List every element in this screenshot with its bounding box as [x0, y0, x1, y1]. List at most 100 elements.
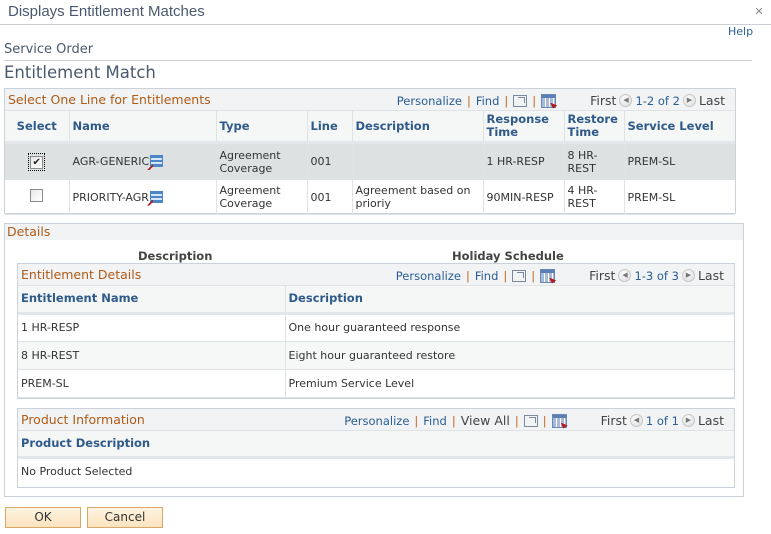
- select-cell: [5, 179, 70, 215]
- row-range: 1 of 1: [645, 413, 679, 428]
- name-value: PRIORITY-AGR: [72, 190, 149, 204]
- table-row: 8 HR-REST Eight hour guaranteed restore: [18, 341, 734, 370]
- column-header-line: Line: [307, 111, 353, 144]
- details-header: Details: [5, 224, 743, 240]
- download-to-spreadsheet-icon[interactable]: [551, 413, 567, 428]
- personalize-link[interactable]: Personalize: [397, 94, 462, 108]
- details-section: Details Description Holiday Schedule Ent…: [4, 223, 744, 497]
- grid-navigation: Personalize | Find | View All | | First …: [344, 413, 724, 428]
- grid-header: Entitlement Details Personalize | Find |…: [18, 264, 734, 286]
- first-link[interactable]: First: [601, 413, 627, 428]
- checkbox-focus: ✔: [28, 152, 46, 171]
- ok-button[interactable]: OK: [5, 507, 81, 528]
- entitlement-description-value: Premium Service Level: [285, 369, 734, 398]
- separator: |: [514, 413, 519, 428]
- last-link[interactable]: Last: [698, 413, 724, 428]
- product-information-grid: Product Information Personalize | Find |…: [17, 408, 735, 488]
- column-header-name: Name: [69, 111, 217, 144]
- next-row-icon[interactable]: ▶: [682, 94, 696, 107]
- name-cell: PRIORITY-AGR: [69, 179, 217, 215]
- help-link[interactable]: Help: [728, 25, 753, 38]
- entitlement-name-value: PREM-SL: [18, 369, 286, 398]
- close-icon[interactable]: ✕: [752, 5, 766, 19]
- entitlement-details-table: Entitlement Name Description 1 HR-RESP O…: [18, 286, 734, 398]
- table-row: PREM-SL Premium Service Level: [18, 369, 734, 398]
- separator: |: [503, 268, 508, 283]
- entitlement-name-value: 1 HR-RESP: [18, 313, 286, 342]
- view-all-link[interactable]: View All: [461, 413, 510, 428]
- personalize-link[interactable]: Personalize: [396, 269, 461, 283]
- subtitle-divider: [4, 60, 752, 61]
- grid-header: Product Information Personalize | Find |…: [18, 409, 734, 431]
- type-value: Agreement Coverage: [216, 179, 308, 215]
- separator: |: [504, 93, 509, 108]
- find-link[interactable]: Find: [423, 414, 447, 428]
- next-row-icon[interactable]: ▶: [681, 414, 695, 427]
- find-link[interactable]: Find: [475, 269, 499, 283]
- separator: |: [465, 268, 470, 283]
- name-value: AGR-GENERIC: [72, 155, 150, 168]
- entitlements-table: Select Name Type Line Description Respon…: [5, 111, 735, 215]
- entitlements-grid: Select One Line for Entitlements Persona…: [4, 88, 736, 215]
- service-level-value: PREM-SL: [624, 179, 735, 215]
- details-title: Details: [7, 224, 51, 239]
- select-cell: ✔: [5, 142, 70, 180]
- find-link[interactable]: Find: [476, 94, 500, 108]
- view-in-new-window-icon[interactable]: [513, 94, 528, 107]
- download-to-spreadsheet-icon[interactable]: [541, 93, 557, 108]
- last-link[interactable]: Last: [699, 93, 725, 108]
- personalize-link[interactable]: Personalize: [344, 414, 409, 428]
- description-label: Description: [138, 249, 213, 263]
- first-link[interactable]: First: [590, 93, 616, 108]
- entitlement-description-value: One hour guaranteed response: [285, 313, 734, 342]
- component-subtitle: Service Order: [4, 42, 94, 57]
- response-time-value: 90MIN-RESP: [483, 179, 565, 215]
- first-link[interactable]: First: [589, 268, 615, 283]
- separator: |: [532, 93, 537, 108]
- select-checkbox[interactable]: ✔: [30, 155, 44, 169]
- view-in-new-window-icon[interactable]: [512, 269, 527, 282]
- separator: |: [414, 413, 419, 428]
- select-checkbox[interactable]: [30, 189, 44, 202]
- column-header-description: Description: [285, 286, 734, 315]
- entitlement-details-grid: Entitlement Details Personalize | Find |…: [17, 263, 735, 399]
- service-level-value: PREM-SL: [624, 142, 735, 180]
- grid-navigation: Personalize | Find | | First ◀ 1-2 of 2 …: [397, 93, 725, 108]
- column-header-description: Description: [352, 111, 484, 144]
- column-header-type: Type: [216, 111, 308, 144]
- line-value: 001: [307, 179, 353, 215]
- restore-time-value: 4 HR-REST: [564, 179, 625, 215]
- holiday-schedule-label: Holiday Schedule: [452, 249, 564, 263]
- table-row[interactable]: ✔ AGR-GENERIC Agreement Coverage 001 1 H…: [5, 142, 735, 180]
- column-header-response-time: Response Time: [483, 111, 565, 144]
- type-value: Agreement Coverage: [216, 142, 308, 180]
- column-header-product-description: Product Description: [18, 431, 734, 459]
- entitlement-description-value: Eight hour guaranteed restore: [285, 341, 734, 370]
- separator: |: [542, 413, 547, 428]
- grid-header: Select One Line for Entitlements Persona…: [5, 89, 735, 111]
- response-time-value: 1 HR-RESP: [483, 142, 565, 180]
- previous-row-icon[interactable]: ◀: [618, 269, 632, 282]
- view-in-new-window-icon[interactable]: [523, 414, 538, 427]
- previous-row-icon[interactable]: ◀: [619, 94, 633, 107]
- column-header-entitlement-name: Entitlement Name: [18, 286, 286, 315]
- entitlement-name-value: 8 HR-REST: [18, 341, 286, 370]
- previous-row-icon[interactable]: ◀: [629, 414, 643, 427]
- description-value: [352, 142, 484, 180]
- product-description-value: No Product Selected: [21, 465, 133, 479]
- cancel-button[interactable]: Cancel: [87, 507, 163, 528]
- table-row: No Product Selected: [18, 457, 734, 485]
- table-row[interactable]: PRIORITY-AGR Agreement Coverage 001 Agre…: [5, 179, 735, 215]
- column-header-select: Select: [5, 111, 70, 144]
- grid-title: Product Information: [21, 412, 145, 427]
- download-to-spreadsheet-icon[interactable]: [540, 268, 556, 283]
- window-title: Displays Entitlement Matches: [8, 3, 205, 20]
- last-link[interactable]: Last: [698, 268, 724, 283]
- separator: |: [531, 268, 536, 283]
- grid-navigation: Personalize | Find | | First ◀ 1-3 of 3 …: [396, 268, 724, 283]
- page-title: Entitlement Match: [4, 63, 156, 82]
- related-content-icon[interactable]: [149, 190, 163, 203]
- row-range: 1-2 of 2: [635, 93, 680, 108]
- related-content-icon[interactable]: [150, 155, 164, 167]
- next-row-icon[interactable]: ▶: [681, 269, 695, 282]
